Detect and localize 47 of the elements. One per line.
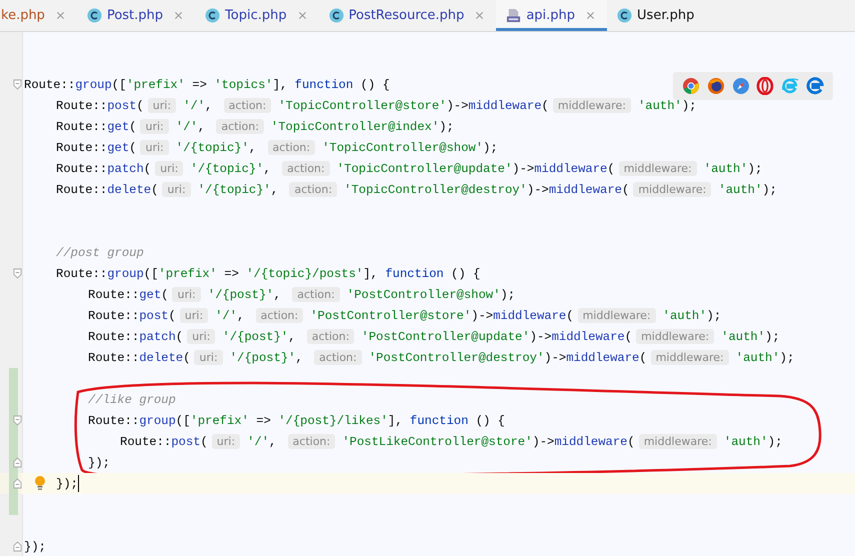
class-file-icon [328, 8, 344, 23]
code-line: Route::get( uri: '/{topic}', action: 'TopicController@show'); [56, 140, 498, 155]
close-icon[interactable] [298, 11, 307, 20]
class-file-icon [617, 8, 632, 23]
code-line: //post group [56, 246, 144, 260]
editor-tab[interactable]: User.php [607, 0, 706, 31]
code-line: Route::group(['prefix' => '/{topic}/posts'], function () { [56, 266, 480, 280]
class-file-icon [205, 8, 220, 23]
fold-icon[interactable] [13, 79, 22, 90]
code-line: Route::get( uri: '/{post}', action: 'PostController@show'); [88, 287, 516, 302]
browser-icon[interactable] [756, 77, 774, 95]
code-line: Route::group(['prefix' => '/{post}/likes'], function () { [88, 414, 505, 428]
code-line: Route::delete( uri: '/{post}', action: 'PostController@destroy')->middleware( middleware: 'auth'); [88, 350, 794, 365]
code-line: Route::post( uri: '/', action: 'PostController@store')->middleware( middleware: 'auth'); [88, 308, 722, 323]
code-line: Route::delete( uri: '/{topic}', action: 'TopicController@destroy')->middleware( middleware: 'auth'); [56, 182, 777, 197]
fold-icon[interactable] [13, 541, 22, 552]
fold-icon[interactable] [13, 415, 22, 426]
editor-tab[interactable]: PostResource.php [318, 0, 496, 31]
editor-tab[interactable]: api.php [496, 0, 608, 31]
code-line: }); [88, 456, 110, 470]
editor-tab[interactable]: Post.php [76, 0, 196, 31]
class-file-icon [86, 8, 102, 23]
php-file-icon [506, 8, 522, 23]
text-cursor [78, 475, 80, 492]
lightbulb-icon[interactable] [34, 475, 46, 491]
browser-icon[interactable] [682, 77, 700, 95]
compass-icon[interactable] [732, 77, 750, 95]
close-icon[interactable] [56, 11, 65, 20]
code-line: Route::patch( uri: '/{post}', action: 'PostController@update')->middleware( middleware: 'auth'); [88, 329, 780, 344]
code-line: }); [24, 540, 46, 554]
fold-icon[interactable] [13, 268, 22, 279]
editor-tab[interactable]: Topic.php [195, 0, 319, 31]
close-icon[interactable] [475, 11, 484, 20]
code-line: Route::patch( uri: '/{topic}', action: 'TopicController@update')->middleware( middleware: 'auth'); [56, 161, 762, 176]
code-line: }); [56, 476, 78, 490]
code-line: Route::post( uri: '/', action: 'PostLikeController@store')->middleware( middleware: 'auth'); [120, 434, 782, 449]
browser-icon[interactable] [706, 77, 725, 95]
fold-icon[interactable] [13, 457, 22, 468]
browser-icon[interactable] [806, 77, 824, 95]
editor-tab[interactable]: ke.php [0, 0, 77, 31]
code-line: Route::post( uri: '/', action: 'TopicController@store')->middleware( middleware: 'auth'); [56, 98, 696, 113]
fold-icon[interactable] [13, 478, 22, 489]
code-line: //like group [88, 392, 176, 406]
close-icon[interactable] [586, 11, 596, 20]
code-line: Route::group(['prefix' => 'topics'], function () { [24, 78, 390, 92]
code-line: Route::get( uri: '/', action: 'TopicController@index'); [56, 119, 454, 134]
close-icon[interactable] [174, 11, 184, 20]
